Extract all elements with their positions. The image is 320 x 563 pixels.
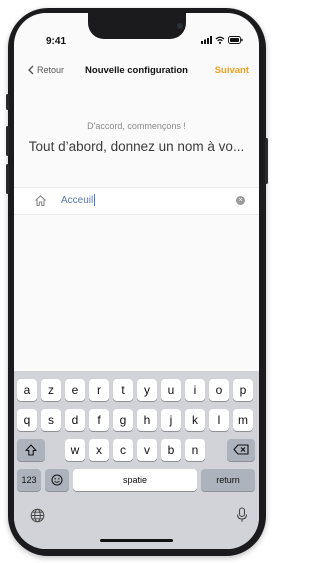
backspace-key[interactable] <box>227 439 255 461</box>
key-v[interactable]: v <box>137 439 157 461</box>
key-d[interactable]: d <box>65 409 85 431</box>
volume-down-button <box>6 164 9 194</box>
emoji-key[interactable] <box>45 469 69 491</box>
key-m[interactable]: m <box>233 409 253 431</box>
key-f[interactable]: f <box>89 409 109 431</box>
key-r[interactable]: r <box>89 379 109 401</box>
notch <box>88 13 186 39</box>
key-z[interactable]: z <box>41 379 61 401</box>
key-n[interactable]: n <box>185 439 205 461</box>
shift-key[interactable] <box>17 439 45 461</box>
shift-icon <box>25 444 37 456</box>
key-i[interactable]: i <box>185 379 205 401</box>
key-q[interactable]: q <box>17 409 37 431</box>
key-x[interactable]: x <box>89 439 109 461</box>
space-key[interactable]: spatie <box>73 469 197 491</box>
keyboard: a z e r t y u i o p q s d f g h j k l m <box>14 371 259 549</box>
numbers-key[interactable]: 123 <box>17 469 41 491</box>
power-button <box>265 138 268 184</box>
battery-icon <box>228 36 243 44</box>
mute-switch <box>6 94 9 110</box>
key-b[interactable]: b <box>161 439 181 461</box>
key-j[interactable]: j <box>161 409 181 431</box>
next-button[interactable]: Suivant <box>215 65 249 76</box>
key-c[interactable]: c <box>113 439 133 461</box>
front-camera <box>177 23 183 29</box>
key-k[interactable]: k <box>185 409 205 431</box>
backspace-icon <box>233 444 249 455</box>
key-h[interactable]: h <box>137 409 157 431</box>
status-icons <box>201 36 243 44</box>
volume-up-button <box>6 126 9 156</box>
key-t[interactable]: t <box>113 379 133 401</box>
microphone-icon[interactable] <box>236 507 248 523</box>
key-y[interactable]: y <box>137 379 157 401</box>
subtitle: D'accord, commençons ! <box>87 121 186 131</box>
emoji-icon <box>51 474 63 486</box>
key-o[interactable]: o <box>209 379 229 401</box>
headline: Tout d’abord, donnez un nom à vo... <box>28 139 245 154</box>
name-input[interactable]: Acceuil <box>61 194 96 206</box>
home-icon <box>35 195 46 207</box>
key-g[interactable]: g <box>113 409 133 431</box>
key-p[interactable]: p <box>233 379 253 401</box>
name-field[interactable]: Acceuil × <box>14 187 259 215</box>
navigation-bar: Retour Nouvelle configuration Suivant <box>14 65 259 83</box>
name-input-value: Acceuil <box>61 194 94 206</box>
key-w[interactable]: w <box>65 439 85 461</box>
clear-icon[interactable]: × <box>236 196 245 205</box>
signal-icon <box>201 36 212 44</box>
wifi-icon <box>215 36 225 44</box>
globe-icon[interactable] <box>30 508 45 523</box>
key-l[interactable]: l <box>209 409 229 431</box>
key-a[interactable]: a <box>17 379 37 401</box>
status-time: 9:41 <box>46 36 67 47</box>
key-e[interactable]: e <box>65 379 85 401</box>
key-u[interactable]: u <box>161 379 181 401</box>
home-indicator <box>100 539 173 542</box>
screen: 9:41 Retour Nouvelle configuration Suiva… <box>14 13 259 549</box>
return-key[interactable]: return <box>201 469 255 491</box>
key-s[interactable]: s <box>41 409 61 431</box>
text-cursor <box>94 194 96 206</box>
